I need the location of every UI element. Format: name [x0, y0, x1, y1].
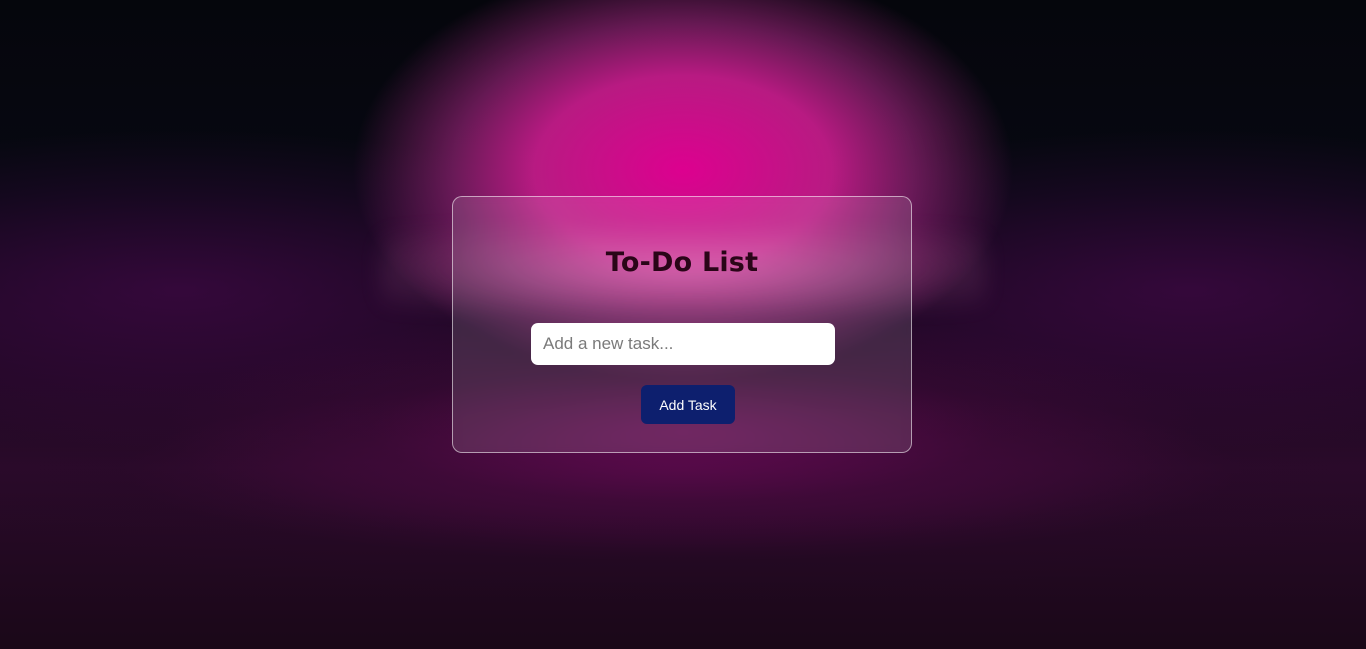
todo-card: To-Do List Add Task [452, 196, 912, 453]
page-title: To-Do List [605, 247, 759, 278]
new-task-input[interactable] [531, 323, 835, 365]
add-task-button[interactable]: Add Task [641, 385, 735, 424]
